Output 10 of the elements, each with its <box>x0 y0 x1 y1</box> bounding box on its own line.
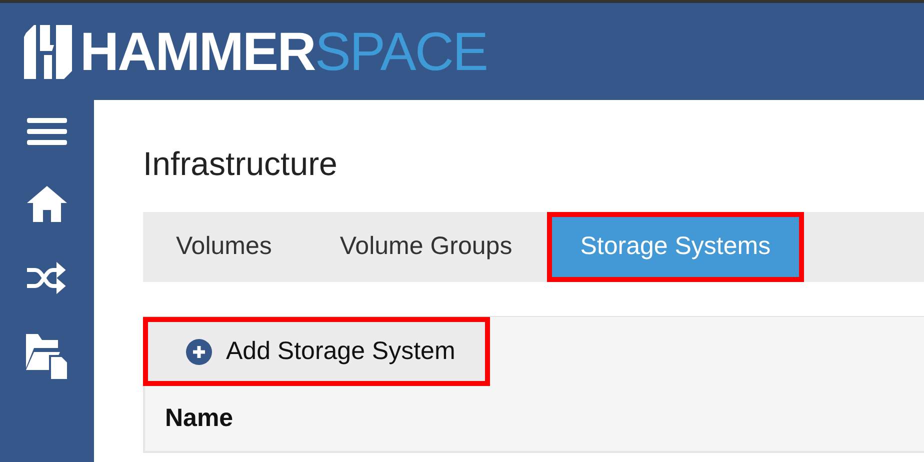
shuffle-icon[interactable] <box>27 262 67 294</box>
home-icon[interactable] <box>27 186 67 222</box>
add-storage-system-button[interactable]: Add Storage System <box>143 317 490 386</box>
logo-text: HAMMERSPACE <box>80 24 488 78</box>
logo-icon <box>22 22 74 80</box>
folder-file-icon[interactable] <box>24 334 70 380</box>
plus-circle-icon <box>186 338 212 364</box>
column-header[interactable]: Name <box>165 400 234 438</box>
page-title: Infrastructure <box>143 144 338 184</box>
menu-icon[interactable] <box>27 118 67 146</box>
